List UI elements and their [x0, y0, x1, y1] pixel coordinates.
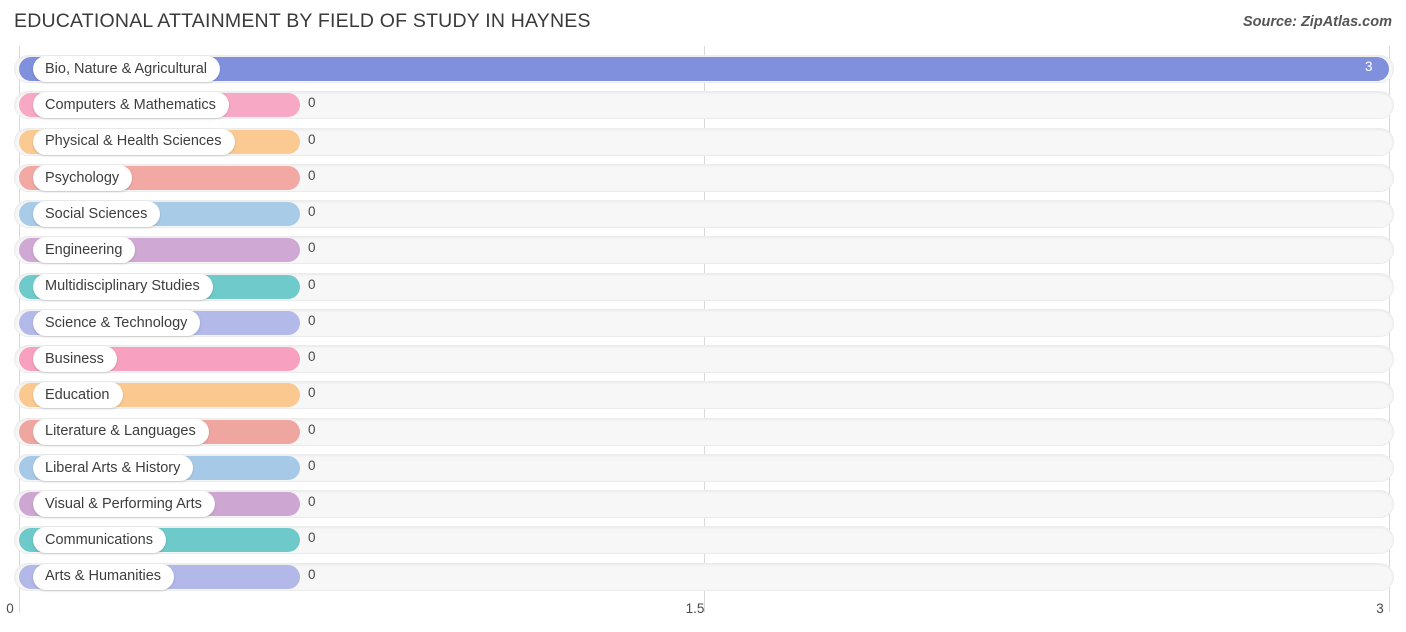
bar-value-label: 0: [308, 131, 316, 147]
source-attribution: Source: ZipAtlas.com: [1242, 14, 1392, 30]
category-label: Engineering: [45, 242, 123, 258]
category-label-pill: Literature & Languages: [33, 418, 209, 445]
chart-row[interactable]: Science & Technology 0: [0, 305, 1406, 341]
category-label: Arts & Humanities: [45, 568, 162, 585]
category-label: Business: [45, 350, 104, 367]
category-label: Literature & Languages: [45, 423, 196, 440]
bar-value-label: 0: [308, 457, 316, 473]
chart-row[interactable]: Literature & Languages 0: [0, 414, 1406, 450]
bar-value-label: 0: [308, 566, 316, 582]
category-label-pill: Bio, Nature & Agricultural: [33, 56, 220, 82]
axis-tick-mark: [1389, 598, 1390, 612]
category-label: Liberal Arts & History: [45, 459, 181, 476]
category-label-pill: Physical & Health Sciences: [33, 128, 235, 155]
chart-row[interactable]: Arts & Humanities 0: [0, 559, 1406, 595]
page-title: EDUCATIONAL ATTAINMENT BY FIELD OF STUDY…: [14, 10, 591, 32]
bar-value-label: 0: [308, 349, 316, 364]
bar-value-label: 0: [308, 240, 316, 256]
category-label: Social Sciences: [45, 205, 148, 222]
bar-value-label: 0: [308, 167, 316, 183]
chart-row[interactable]: Social Sciences 0: [0, 196, 1406, 232]
axis-tick-mark: [19, 598, 20, 612]
category-label: Multidisciplinary Studies: [45, 278, 200, 295]
category-label-pill: Visual & Performing Arts: [33, 491, 215, 517]
bar-value-label: 0: [308, 421, 316, 437]
category-label-pill: Education: [33, 382, 123, 409]
category-label: Physical & Health Sciences: [45, 133, 222, 150]
bar-value-label: 0: [308, 276, 316, 292]
chart-row[interactable]: Business 0: [0, 341, 1406, 377]
bar-value-label: 0: [308, 312, 316, 328]
chart-row[interactable]: Psychology 0: [0, 160, 1406, 196]
bar-value-label: 0: [308, 530, 316, 546]
category-label-pill: Social Sciences: [33, 201, 161, 227]
chart-row[interactable]: Computers & Mathematics 0: [0, 87, 1406, 123]
category-label-pill: Communications: [33, 527, 166, 554]
category-label: Bio, Nature & Agricultural: [45, 60, 207, 77]
chart-row[interactable]: Bio, Nature & Agricultural 3: [0, 51, 1406, 87]
category-label: Education: [45, 387, 110, 403]
chart-row[interactable]: Physical & Health Sciences 0: [0, 124, 1406, 160]
chart-row[interactable]: Communications 0: [0, 522, 1406, 558]
category-label: Psychology: [45, 169, 120, 186]
category-label-pill: Psychology: [33, 164, 133, 191]
axis-tick-label: 0: [6, 601, 14, 616]
category-label-pill: Engineering: [33, 237, 136, 264]
chart-plot-area: Bio, Nature & Agricultural 3 Computers & M…: [0, 46, 1406, 598]
bar-value-label: 3: [1365, 59, 1373, 74]
category-label: Communications: [45, 532, 153, 548]
bar-value-label: 0: [308, 95, 316, 111]
category-label-pill: Multidisciplinary Studies: [33, 273, 213, 300]
chart-row[interactable]: Visual & Performing Arts 0: [0, 486, 1406, 522]
chart-row[interactable]: Engineering 0: [0, 232, 1406, 268]
axis-tick-label: 3: [1376, 601, 1384, 616]
category-label-pill: Business: [33, 346, 117, 372]
chart-row[interactable]: Multidisciplinary Studies 0: [0, 269, 1406, 305]
axis-tick-label: 1.5: [685, 601, 705, 616]
chart-row[interactable]: Education 0: [0, 377, 1406, 413]
category-label-pill: Liberal Arts & History: [33, 454, 194, 481]
category-label: Computers & Mathematics: [45, 97, 216, 113]
bar-value-label: 0: [308, 385, 316, 401]
category-label-pill: Computers & Mathematics: [33, 92, 229, 119]
bar-value-label: 0: [308, 204, 316, 219]
chart-header: EDUCATIONAL ATTAINMENT BY FIELD OF STUDY…: [0, 0, 1406, 46]
chart-row[interactable]: Liberal Arts & History 0: [0, 450, 1406, 486]
category-label-pill: Science & Technology: [33, 309, 201, 336]
category-label: Science & Technology: [45, 314, 188, 331]
category-label-pill: Arts & Humanities: [33, 563, 175, 590]
bar[interactable]: [19, 57, 1389, 81]
category-label: Visual & Performing Arts: [45, 495, 202, 512]
bar-value-label: 0: [308, 494, 316, 509]
x-axis: 0 1.5 3: [0, 598, 1406, 632]
